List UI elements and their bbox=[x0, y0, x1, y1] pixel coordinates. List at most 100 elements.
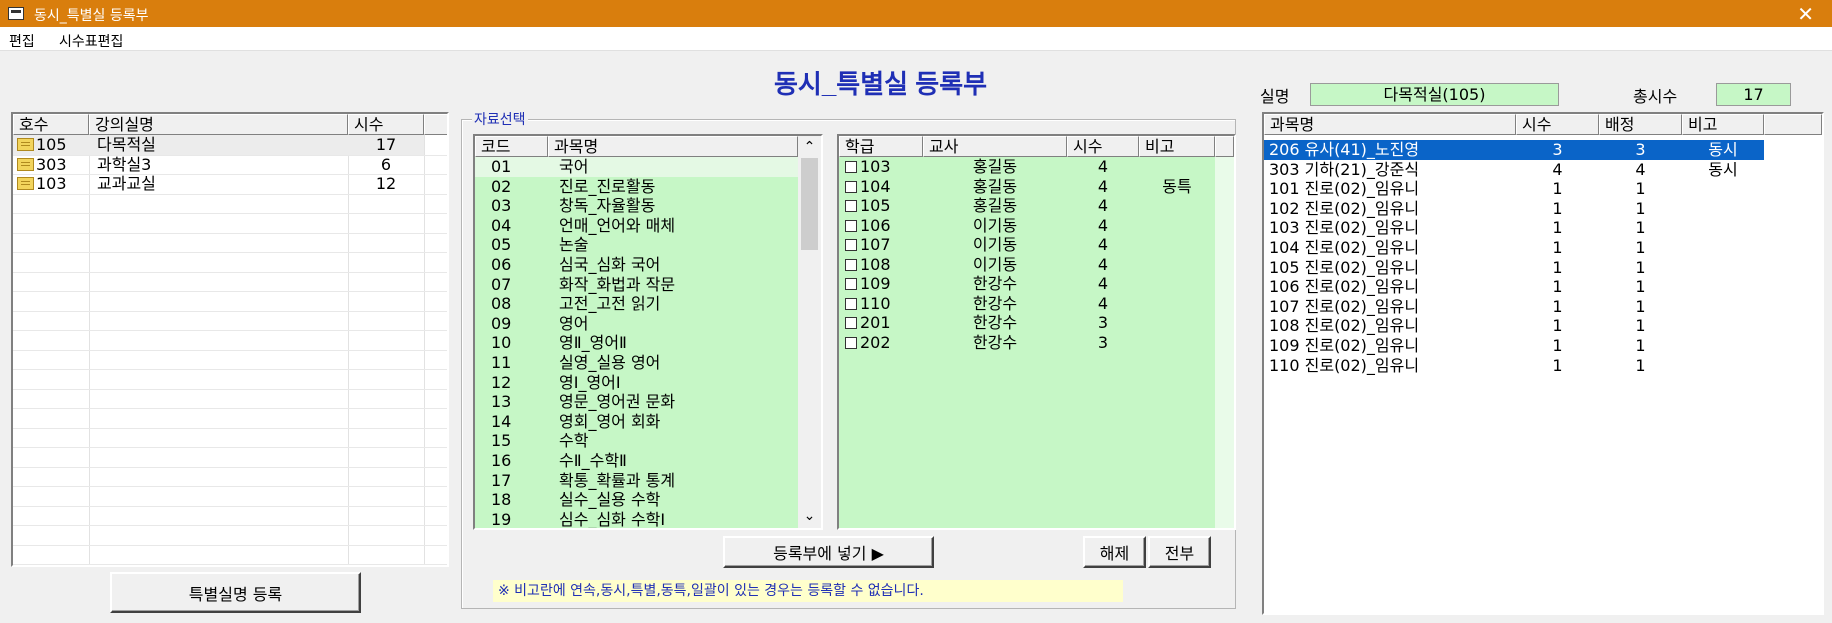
subject-list[interactable]: 코드 과목명 01 국어 02 진로_진로활동 03 창독_자율활동 04 언매_언어와 매체… bbox=[473, 134, 823, 530]
table-row[interactable]: 103 진로(02)_임유니 1 1 bbox=[1264, 218, 1764, 238]
menu-timetable-edit[interactable]: 시수표편집 bbox=[59, 31, 123, 51]
list-item[interactable]: 02 진로_진로활동 bbox=[475, 176, 798, 197]
list-item[interactable]: 07 화작_화법과 작문 bbox=[475, 274, 798, 295]
scroll-down-icon[interactable]: ⌄ bbox=[798, 508, 821, 528]
reg-note bbox=[1682, 277, 1764, 297]
list-item[interactable]: 103 홍길동 4 bbox=[839, 157, 1215, 177]
checkbox[interactable] bbox=[845, 278, 857, 290]
checkbox[interactable] bbox=[845, 317, 857, 329]
list-item[interactable]: 16 수Ⅱ_수학Ⅱ bbox=[475, 451, 798, 471]
checkbox[interactable] bbox=[845, 161, 857, 173]
checkbox[interactable] bbox=[845, 219, 857, 232]
list-item[interactable]: 202 한강수 3 bbox=[839, 333, 1215, 353]
register-room-button[interactable]: 특별실명 등록 bbox=[110, 572, 361, 613]
list-item[interactable]: 14 영회_영어 회화 bbox=[475, 411, 798, 432]
col-header-code[interactable]: 코드 bbox=[475, 136, 548, 157]
list-item[interactable]: 104 홍길동 4 동특 bbox=[839, 177, 1215, 197]
list-item[interactable]: 12 영Ⅰ_영어Ⅰ bbox=[475, 372, 798, 393]
table-row[interactable]: 303 과학실3 6 bbox=[13, 155, 424, 175]
col-header-class[interactable]: 학급 bbox=[839, 136, 923, 157]
list-item[interactable]: 10 영Ⅱ_영어Ⅱ bbox=[475, 333, 798, 353]
list-item[interactable]: 01 국어 bbox=[475, 157, 798, 177]
class-no: 107 bbox=[860, 235, 891, 254]
table-row[interactable]: 109 진로(02)_임유니 1 1 bbox=[1264, 336, 1764, 356]
room-no: 105 bbox=[36, 135, 67, 154]
subject-code: 08 bbox=[491, 294, 512, 314]
release-button[interactable]: 해제 bbox=[1083, 536, 1146, 568]
list-item[interactable]: 06 심국_심화 국어 bbox=[475, 255, 798, 275]
list-item[interactable]: 08 고전_고전 읽기 bbox=[475, 294, 798, 314]
col-header-class-hours[interactable]: 시수 bbox=[1067, 136, 1139, 157]
add-to-register-button[interactable]: 등록부에 넣기 ▶ bbox=[723, 536, 934, 568]
table-row[interactable]: 106 진로(02)_임유니 1 1 bbox=[1264, 277, 1764, 297]
list-item[interactable]: 110 한강수 4 bbox=[839, 294, 1215, 314]
room-list[interactable]: 호수 강의실명 시수 105 다목적실 17 303 과학실3 6 103 교과교실 12 bbox=[11, 112, 449, 567]
col-header-subject-name[interactable]: 과목명 bbox=[548, 136, 798, 157]
col-header-teacher[interactable]: 교사 bbox=[923, 136, 1067, 157]
col-header-reg-hours[interactable]: 시수 bbox=[1516, 114, 1599, 135]
col-header-class-note[interactable]: 비고 bbox=[1139, 136, 1215, 157]
table-row[interactable]: 303 기하(21)_강준식 4 4 동시 bbox=[1264, 160, 1764, 180]
list-item[interactable]: 11 실영_실용 영어 bbox=[475, 353, 798, 373]
teacher-name: 홍길동 bbox=[972, 157, 1018, 176]
list-item[interactable]: 107 이기동 4 bbox=[839, 235, 1215, 255]
reg-hours: 1 bbox=[1552, 257, 1563, 277]
checkbox[interactable] bbox=[845, 180, 857, 193]
table-row[interactable]: 108 진로(02)_임유니 1 1 bbox=[1264, 316, 1764, 336]
scroll-thumb[interactable] bbox=[801, 158, 818, 250]
table-row[interactable]: 104 진로(02)_임유니 1 1 bbox=[1264, 238, 1764, 258]
list-item[interactable]: 108 이기동 4 bbox=[839, 255, 1215, 275]
table-row[interactable]: 206 유사(41)_노진영 3 3 동시 bbox=[1264, 140, 1764, 160]
assigned-hours: 1 bbox=[1635, 238, 1646, 257]
list-item[interactable]: 03 창독_자율활동 bbox=[475, 196, 798, 216]
checkbox[interactable] bbox=[845, 297, 857, 310]
table-row[interactable]: 103 교과교실 12 bbox=[13, 174, 424, 194]
class-no: 110 bbox=[860, 293, 891, 313]
scroll-up-icon[interactable]: ⌃ bbox=[798, 136, 821, 156]
table-row[interactable]: 101 진로(02)_임유니 1 1 bbox=[1264, 179, 1764, 199]
list-item[interactable]: 106 이기동 4 bbox=[839, 216, 1215, 236]
close-icon[interactable]: ✕ bbox=[1797, 2, 1814, 26]
checkbox[interactable] bbox=[845, 258, 857, 271]
table-row[interactable]: 105 다목적실 17 bbox=[13, 135, 424, 155]
checkbox[interactable] bbox=[845, 200, 857, 212]
reg-hours: 1 bbox=[1552, 336, 1563, 355]
class-hours: 3 bbox=[1097, 332, 1109, 352]
subject-name: 영회_영어 회화 bbox=[559, 411, 661, 431]
select-all-button[interactable]: 전부 bbox=[1148, 536, 1211, 568]
list-item[interactable]: 109 한강수 4 bbox=[839, 274, 1215, 294]
col-header-assigned[interactable]: 배정 bbox=[1599, 114, 1682, 135]
class-list[interactable]: 학급 교사 시수 비고 103 홍길동 4 104 홍길동 4 동특 105 홍길동 4 106 이기… bbox=[837, 134, 1236, 530]
list-item[interactable]: 17 확통_확률과 통계 bbox=[475, 470, 798, 491]
list-item[interactable]: 18 실수_실용 수학 bbox=[475, 490, 798, 510]
list-item[interactable]: 09 영어 bbox=[475, 313, 798, 334]
col-header-subject[interactable]: 과목명 bbox=[1264, 114, 1516, 135]
subject-code: 05 bbox=[491, 235, 512, 255]
list-item[interactable]: 13 영문_영어권 문화 bbox=[475, 392, 798, 412]
menu-edit[interactable]: 편집 bbox=[9, 31, 35, 51]
list-item[interactable]: 15 수학 bbox=[475, 431, 798, 451]
table-row[interactable]: 107 진로(02)_임유니 1 1 bbox=[1264, 297, 1764, 317]
class-note bbox=[1139, 235, 1215, 255]
col-header-reg-note[interactable]: 비고 bbox=[1682, 114, 1764, 135]
subject-code: 10 bbox=[491, 333, 512, 353]
table-row[interactable]: 102 진로(02)_임유니 1 1 bbox=[1264, 199, 1764, 219]
checkbox[interactable] bbox=[845, 336, 857, 349]
list-item[interactable]: 04 언매_언어와 매체 bbox=[475, 215, 798, 236]
col-header-hours[interactable]: 시수 bbox=[348, 114, 424, 135]
table-row[interactable]: 110 진로(02)_임유니 1 1 bbox=[1264, 356, 1764, 376]
col-header-no[interactable]: 호수 bbox=[13, 114, 89, 135]
table-row[interactable]: 105 진로(02)_임유니 1 1 bbox=[1264, 258, 1764, 278]
list-item[interactable]: 05 논술 bbox=[475, 235, 798, 255]
subject-code: 04 bbox=[491, 215, 512, 235]
grid-line bbox=[13, 193, 447, 195]
list-item[interactable]: 201 한강수 3 bbox=[839, 313, 1215, 333]
class-hours: 4 bbox=[1097, 157, 1109, 176]
list-item[interactable]: 19 심수_심화 수학Ⅰ bbox=[475, 509, 798, 528]
reg-note bbox=[1682, 199, 1764, 219]
checkbox[interactable] bbox=[845, 239, 857, 251]
subject-scrollbar[interactable]: ⌃ ⌄ bbox=[798, 136, 821, 528]
col-header-room-name[interactable]: 강의실명 bbox=[89, 114, 348, 135]
list-item[interactable]: 105 홍길동 4 bbox=[839, 196, 1215, 216]
register-list[interactable]: 과목명 시수 배정 비고 206 유사(41)_노진영 3 3 동시 303 기하(21… bbox=[1262, 112, 1824, 615]
